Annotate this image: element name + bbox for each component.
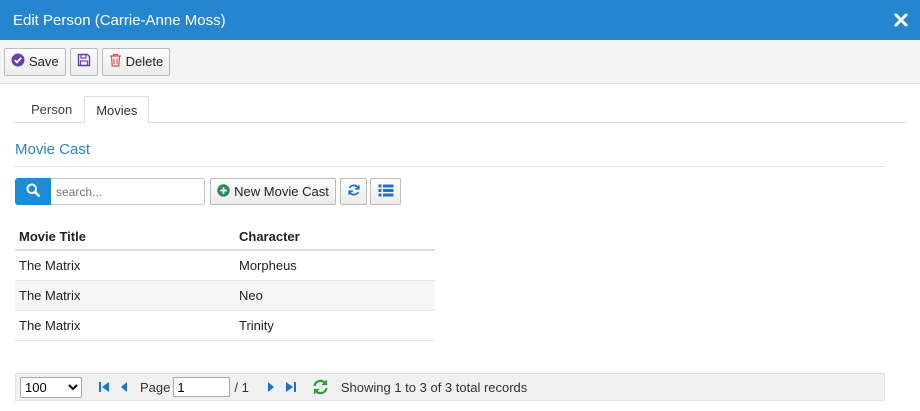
last-page-icon[interactable] (281, 377, 301, 397)
new-movie-cast-label: New Movie Cast (234, 184, 329, 199)
table-header-row: Movie Title Character (15, 223, 435, 251)
table-row[interactable]: The Matrix Trinity (15, 310, 435, 341)
delete-button-label: Delete (125, 54, 164, 69)
search-icon (26, 183, 40, 200)
cell-character: Trinity (235, 310, 435, 341)
save-button-label: Save (29, 54, 59, 69)
apply-changes-button[interactable] (69, 47, 98, 76)
trash-icon (109, 53, 122, 70)
section-divider (13, 166, 885, 167)
next-page-icon[interactable] (261, 377, 281, 397)
dialog-title: Edit Person (Carrie-Anne Moss) (13, 11, 226, 29)
previous-page-icon[interactable] (114, 377, 134, 397)
cell-movie-title: The Matrix (15, 280, 235, 311)
search-box (15, 178, 205, 205)
tab-bar: Person Movies (13, 96, 907, 124)
movie-cast-table: Movie Title Character The Matrix Morpheu… (15, 223, 435, 341)
column-header-movie-title[interactable]: Movie Title (15, 223, 235, 251)
tab-movies[interactable]: Movies (84, 96, 150, 124)
first-page-icon[interactable] (94, 377, 114, 397)
delete-button[interactable]: Delete (101, 47, 171, 76)
check-circle-icon (11, 53, 25, 70)
refresh-button[interactable] (340, 178, 367, 205)
table-row[interactable]: The Matrix Morpheus (15, 250, 435, 281)
cell-character: Morpheus (235, 250, 435, 281)
floppy-disk-icon (77, 53, 91, 70)
column-picker-button[interactable] (370, 178, 401, 205)
column-header-character[interactable]: Character (235, 223, 435, 251)
tab-person[interactable]: Person (13, 96, 84, 123)
list-icon (378, 184, 394, 200)
dialog-titlebar: Edit Person (Carrie-Anne Moss) (0, 0, 920, 40)
new-movie-cast-button[interactable]: New Movie Cast (210, 178, 336, 205)
section-title: Movie Cast (15, 141, 91, 158)
cell-movie-title: The Matrix (15, 250, 235, 281)
page-total: / 1 (234, 379, 249, 395)
plus-circle-icon (217, 183, 230, 200)
save-button[interactable]: Save (4, 47, 66, 76)
refresh-icon (347, 183, 361, 200)
cell-movie-title: The Matrix (15, 310, 235, 341)
search-button[interactable] (15, 178, 51, 205)
page-number-input[interactable] (173, 377, 231, 397)
close-icon[interactable] (890, 9, 912, 31)
search-input[interactable] (51, 178, 205, 205)
reload-icon[interactable] (311, 377, 331, 397)
page-label: Page (140, 379, 171, 395)
toolbar: Save Delete (0, 40, 920, 84)
pager-status: Showing 1 to 3 of 3 total records (340, 379, 528, 395)
pager: 100 Page / 1 Showing 1 to 3 of 3 total r… (15, 373, 885, 401)
page-size-select[interactable]: 100 (20, 376, 82, 398)
cell-character: Neo (235, 280, 435, 311)
table-row[interactable]: The Matrix Neo (15, 280, 435, 311)
